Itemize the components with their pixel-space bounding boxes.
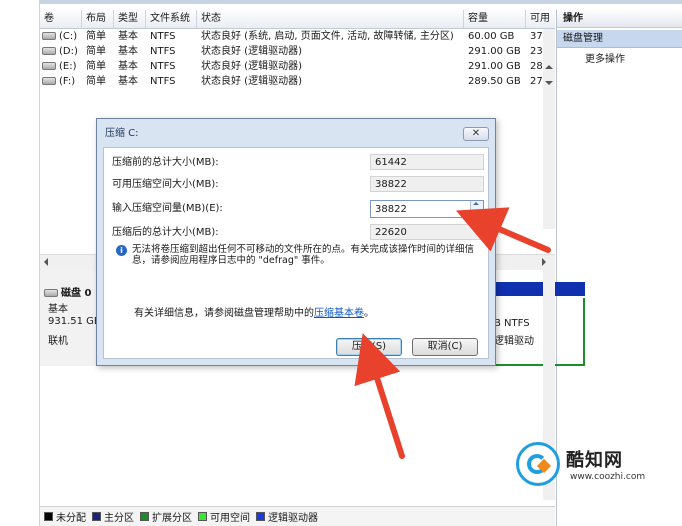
available-shrink-space-value: 38822: [370, 176, 484, 192]
disk-status: 联机: [48, 336, 68, 347]
partition-header-stripe: [490, 282, 585, 296]
shrink-dialog: 压缩 C: ✕ 压缩前的总计大小(MB): 61442 可用压缩空间大小(MB)…: [96, 118, 496, 366]
partition-filesystem: B NTFS: [494, 318, 530, 329]
partition-logical-drive[interactable]: B NTFS 逻辑驱动: [490, 298, 585, 366]
legend-extended-partition: 扩展分区: [140, 509, 192, 524]
cancel-button[interactable]: 取消(C): [412, 338, 478, 356]
available-shrink-space-label: 可用压缩空间大小(MB):: [112, 179, 219, 190]
close-icon[interactable]: ✕: [463, 127, 489, 141]
disk-0-label-box[interactable]: 磁盘 0 基本 931.51 GB 联机: [40, 270, 101, 366]
total-size-before-label: 压缩前的总计大小(MB):: [112, 157, 219, 168]
drive-icon: [42, 32, 56, 40]
scroll-down-icon[interactable]: [545, 81, 553, 85]
volume-row[interactable]: (F:) 简单 基本 NTFS 状态良好 (逻辑驱动器) 289.50 GB 2…: [40, 74, 555, 89]
shrink-button[interactable]: 压缩(S): [336, 338, 402, 356]
legend-bar: 未分配 主分区 扩展分区 可用空间 逻辑驱动器: [40, 506, 555, 526]
volume-list-header: 卷 布局 类型 文件系统 状态 容量 可用: [40, 10, 555, 29]
disk-name: 磁盘 0: [61, 288, 92, 299]
scroll-right-icon[interactable]: [542, 258, 546, 266]
volume-list-scrollbar-vertical[interactable]: [543, 29, 555, 229]
scroll-left-icon[interactable]: [44, 258, 48, 266]
legend-free-space: 可用空间: [198, 509, 250, 524]
legend-primary-partition: 主分区: [92, 509, 134, 524]
actions-section-disk-management[interactable]: 磁盘管理: [557, 30, 682, 48]
shrink-basic-volume-help-link[interactable]: 压缩基本卷: [314, 308, 364, 319]
drive-icon: [42, 77, 56, 85]
shrink-amount-label: 输入压缩空间量(MB)(E):: [112, 203, 223, 214]
column-header-volume[interactable]: 卷: [40, 10, 82, 28]
column-header-filesystem[interactable]: 文件系统: [146, 10, 197, 28]
total-size-after-value: 22620: [370, 224, 484, 240]
disk-size: 931.51 GB: [48, 316, 101, 327]
watermark: 酷知网 www.coozhi.com: [508, 436, 658, 496]
column-header-layout[interactable]: 布局: [82, 10, 114, 28]
total-size-before-value: 61442: [370, 154, 484, 170]
partition-status: 逻辑驱动: [494, 336, 534, 347]
column-header-status[interactable]: 状态: [197, 10, 464, 28]
watermark-name: 酷知网: [566, 450, 623, 471]
info-message: 无法将卷压缩到超出任何不可移动的文件所在的点。有关完成该操作时间的详细信息，请参…: [132, 244, 475, 266]
volume-row[interactable]: (D:) 简单 基本 NTFS 状态良好 (逻辑驱动器) 291.00 GB 2…: [40, 44, 555, 59]
more-info-text: 有关详细信息，请参阅磁盘管理帮助中的压缩基本卷。: [134, 308, 374, 319]
drive-icon: [42, 47, 56, 55]
volume-row[interactable]: (E:) 简单 基本 NTFS 状态良好 (逻辑驱动器) 291.00 GB 2…: [40, 59, 555, 74]
actions-header: 操作: [557, 10, 682, 28]
more-actions-link[interactable]: 更多操作: [585, 52, 625, 68]
spin-down-icon[interactable]: [471, 209, 483, 217]
dialog-body: 压缩前的总计大小(MB): 61442 可用压缩空间大小(MB): 38822 …: [103, 147, 489, 359]
spin-up-icon[interactable]: [471, 201, 483, 209]
column-header-capacity[interactable]: 容量: [464, 10, 526, 28]
drive-icon: [42, 62, 56, 70]
scroll-up-icon[interactable]: [545, 65, 553, 69]
column-header-free[interactable]: 可用: [526, 10, 555, 28]
shrink-amount-spinner[interactable]: [470, 201, 483, 217]
coozhi-logo-icon: [516, 442, 560, 486]
watermark-url: www.coozhi.com: [570, 472, 646, 482]
total-size-after-label: 压缩后的总计大小(MB):: [112, 227, 219, 238]
info-icon: i: [116, 245, 127, 256]
disk-icon: [44, 289, 58, 297]
volume-row[interactable]: (C:) 简单 基本 NTFS 状态良好 (系统, 启动, 页面文件, 活动, …: [40, 29, 555, 44]
column-header-type[interactable]: 类型: [114, 10, 146, 28]
disk-type: 基本: [48, 304, 68, 315]
console-tree-pane: [0, 0, 40, 526]
window-top-border: [0, 0, 682, 4]
dialog-title: 压缩 C:: [105, 128, 139, 139]
legend-unallocated: 未分配: [44, 509, 86, 524]
legend-logical-drive: 逻辑驱动器: [256, 509, 318, 524]
shrink-amount-input[interactable]: [370, 200, 484, 218]
